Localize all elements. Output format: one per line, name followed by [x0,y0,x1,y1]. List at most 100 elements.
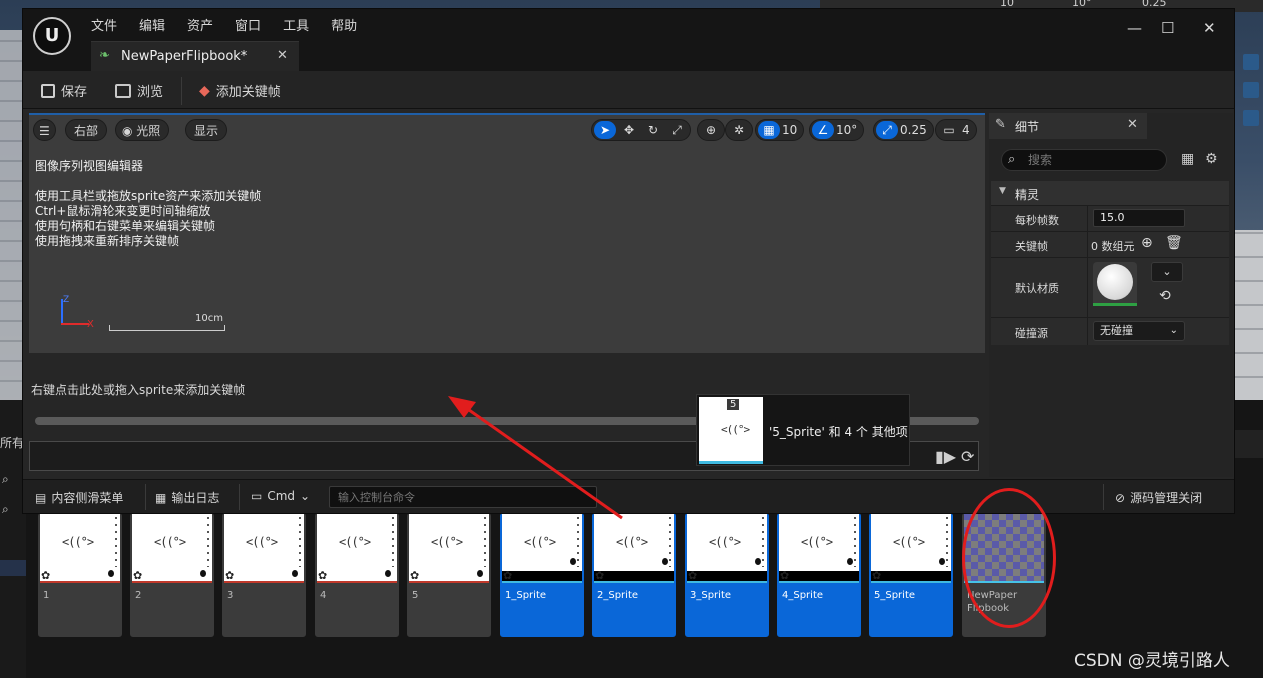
move-icon[interactable]: ✥ [618,121,640,139]
add-keyframe-label: 添加关键帧 [215,85,281,100]
content-drawer-button[interactable]: ▤ 内容侧滑菜单 [35,489,123,506]
console-command-input[interactable] [329,486,597,508]
viewport-help-text: 使用工具栏或拖放sprite资产来添加关键帧 Ctrl+鼠标滑轮来变更时间轴缩放… [35,189,261,249]
menu-edit[interactable]: 编辑 [139,15,165,34]
asset-tile[interactable]: <((°> ✿ 1 [38,513,122,637]
sprite-bar [594,571,674,581]
menu-help[interactable]: 帮助 [331,15,357,34]
category-label: 精灵 [1015,188,1040,202]
menu-asset[interactable]: 资产 [187,15,213,34]
material-thumbnail[interactable] [1093,262,1137,306]
scale-snap-icon: ⤢ [876,121,898,139]
minimize-button[interactable]: — [1127,19,1142,37]
save-button[interactable]: 保存 [41,81,87,100]
tab-details[interactable]: ✎ 细节 ✕ [989,113,1147,139]
asset-tile[interactable]: <((°> ✿ 4 [315,513,399,637]
dot-mark [662,558,668,565]
settings-gear-icon[interactable]: ⚙ [1205,151,1218,167]
tab-newpaperflipbook[interactable]: ❧ NewPaperFlipbook* ✕ [91,41,299,71]
annotation-circle [962,488,1056,628]
row-splitter[interactable] [1087,232,1088,257]
collision-select[interactable]: 无碰撞 ⌄ [1093,321,1185,341]
close-tab-icon[interactable]: ✕ [277,48,288,63]
browse-button[interactable]: 浏览 [115,81,163,100]
scale-snap-group[interactable]: ⤢ 0.25 [873,119,934,141]
play-forward-icon[interactable]: ▮▶ [935,447,956,466]
selected-folder[interactable] [0,560,26,576]
dot-mark [939,558,945,565]
asset-label: 4 [320,590,327,601]
delete-icon[interactable]: 🗑 [1165,235,1183,251]
select-icon[interactable]: ➤ [594,121,616,139]
asset-tile[interactable]: <((°> ✿ 5 [407,513,491,637]
close-button[interactable]: ✕ [1203,19,1216,37]
menu-window[interactable]: 窗口 [235,15,261,34]
asset-tile[interactable]: <((°> ✿ 3 [222,513,306,637]
lighting-button[interactable]: ◉ 光照 [115,119,170,141]
surface-snap-button[interactable]: ✲ [725,119,753,141]
camera-speed-group[interactable]: ▭ 4 [935,119,977,141]
toolbar-divider [181,77,182,105]
rotation-snap-group[interactable]: ∠ 10° [809,119,865,141]
dot-mark [477,570,483,577]
log-icon: ▦ [155,490,167,505]
asset-tile[interactable]: <((°> ✿ 4_Sprite [777,513,861,637]
add-keyframe-button[interactable]: ◆ 添加关键帧 [199,81,281,101]
row-splitter[interactable] [1087,258,1088,317]
row-splitter[interactable] [1087,318,1088,345]
maximize-button[interactable]: ☐ [1161,19,1174,37]
asset-status-icon: ✿ [133,569,143,582]
scale-label: 10cm [195,313,223,324]
viewport-menu-icon[interactable]: ☰ [33,119,56,141]
menu-tools[interactable]: 工具 [283,15,309,34]
output-log-button[interactable]: ▦ 输出日志 [155,489,219,506]
menu-file[interactable]: 文件 [91,15,117,34]
background-side-icons [1240,50,1263,230]
help-line: 使用工具栏或拖放sprite资产来添加关键帧 [35,189,262,203]
sources-tab-all[interactable]: 所有 [0,434,24,451]
asset-tile[interactable]: <((°> ✿ 2_Sprite [592,513,676,637]
details-search-input[interactable] [1028,152,1158,168]
chevron-down-icon: ⌄ [1169,325,1178,336]
fish-sprite-icon: <((°> [709,535,741,549]
table-view-icon[interactable]: ▦ [1181,151,1194,167]
loop-icon[interactable]: ⟳ [961,447,974,466]
add-element-icon[interactable]: ⊕ [1141,235,1153,251]
asset-label: 1_Sprite [505,590,547,601]
asset-tile[interactable]: <((°> ✿ 1_Sprite [500,513,584,637]
category-sprite[interactable]: ▼ 精灵 [991,181,1229,205]
grid-icon: ▦ [758,121,780,139]
search-icon[interactable]: ⌕ [2,472,16,486]
fps-input[interactable]: 15.0 [1093,209,1185,227]
help-line: 使用拖拽来重新排序关键帧 [35,234,180,248]
scale-icon[interactable]: ⤢ [666,121,688,139]
drag-thumbnail-underline [699,461,763,464]
reset-arrow-icon[interactable]: ⟲ [1159,288,1171,304]
menu-bar: 文件 编辑 资产 窗口 工具 帮助 [91,15,357,34]
details-search[interactable]: ⌕ [1001,149,1167,171]
asset-tile[interactable]: <((°> ✿ 3_Sprite [685,513,769,637]
grid-snap-group[interactable]: ▦ 10 [755,119,805,141]
search-icon[interactable]: ⌕ [2,502,16,516]
asset-thumbnail: <((°> [871,513,951,571]
view-mode-button[interactable]: 右部 [65,119,108,141]
asset-type-underline [224,581,304,583]
close-tab-icon[interactable]: ✕ [1127,117,1138,132]
fish-sprite-icon: <((°> [339,535,371,549]
world-local-button[interactable]: ⊕ [697,119,725,141]
lighting-icon: ◉ [122,124,137,138]
console-icon: ▭ [251,489,263,503]
asset-tile[interactable]: <((°> ✿ 2 [130,513,214,637]
flipbook-editor-window: U 文件 编辑 资产 窗口 工具 帮助 — ☐ ✕ ❧ NewPaperFlip… [22,8,1235,514]
source-control-button[interactable]: ⊘ 源码管理关闭 [1115,489,1202,506]
asset-tile[interactable]: <((°> ✿ 5_Sprite [869,513,953,637]
rotate-icon[interactable]: ↻ [642,121,664,139]
row-splitter[interactable] [1087,206,1088,231]
chevron-down-icon: ⌄ [300,489,311,503]
unreal-logo-icon[interactable]: U [33,17,71,55]
sprite-bar [779,571,859,581]
cmd-dropdown[interactable]: ▭ Cmd ⌄ [251,489,310,503]
flipbook-viewport[interactable]: ☰ 右部 ◉ 光照 显示 ➤ ✥ ↻ ⤢ ⊕ ✲ ▦ 10 ∠ 10° ⤢ 0. [29,113,985,353]
show-button[interactable]: 显示 [185,119,228,141]
material-dropdown-button[interactable]: ⌄ [1151,262,1183,282]
